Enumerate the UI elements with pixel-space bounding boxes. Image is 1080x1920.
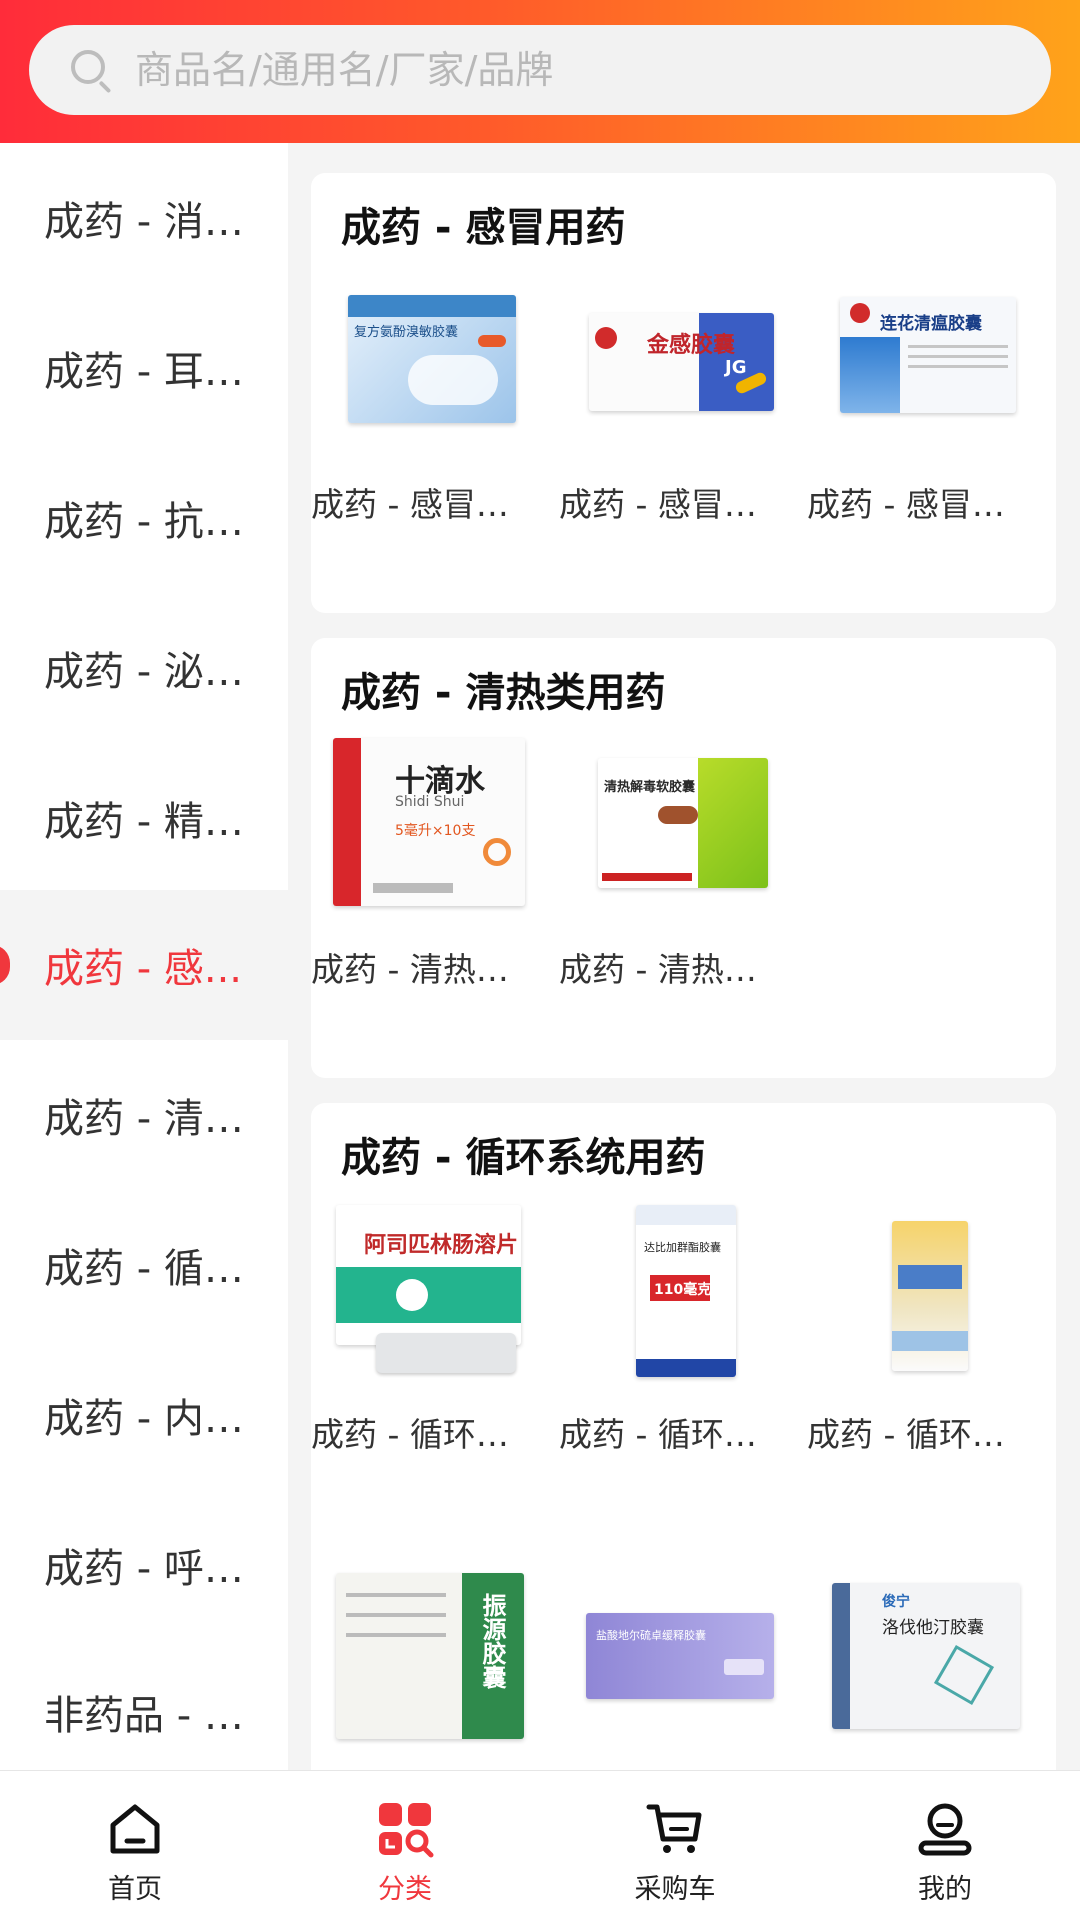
sidebar-item-label: 成药 - 抗感... (44, 499, 274, 545)
product-image: 达比加群酯胶囊 110毫克 (584, 1203, 774, 1383)
profile-icon (918, 1803, 972, 1856)
sidebar-item[interactable]: 成药 - 循环... (0, 1190, 288, 1340)
product-image: 盐酸地尔硫卓缓释胶囊 (584, 1573, 774, 1753)
product-image: 复方氨酚溴敏胶囊 (336, 283, 526, 443)
product-name: 成药 - 循环系... (807, 1415, 1029, 1454)
product-image: 俊宁 洛伐他汀胶囊 (832, 1573, 1022, 1753)
sidebar-item-label: 成药 - 感... (44, 946, 243, 992)
product-image: 十滴水 Shidi Shui 5毫升×10支 (333, 738, 526, 918)
product-item[interactable]: 达比加群酯胶囊 110毫克 成药 - 循环系... (559, 1205, 789, 1513)
header-bar (0, 0, 1080, 143)
product-name: 成药 - 感冒用... (559, 485, 781, 524)
tab-label: 采购车 (634, 1874, 716, 1905)
product-name: 成药 - 循环系... (311, 1415, 533, 1454)
product-item[interactable]: 清热解毒软胶囊 成药 - 清热类... (559, 748, 789, 1048)
active-indicator (0, 945, 10, 985)
category-icon (379, 1803, 434, 1858)
product-item[interactable]: 连花清瘟胶囊 成药 - 感冒用... (807, 283, 1037, 583)
product-item[interactable]: 十滴水 Shidi Shui 5毫升×10支 成药 - 清热类... (311, 738, 541, 1048)
tab-label: 分类 (378, 1874, 432, 1905)
product-item[interactable]: 金感胶囊 JG 成药 - 感冒用... (559, 283, 789, 583)
section-title: 成药 - 循环系统用药 (341, 1135, 706, 1181)
sidebar-item[interactable]: 成药 - 耳鼻... (0, 293, 288, 443)
product-image: 连花清瘟胶囊 (832, 283, 1022, 443)
sidebar-item-label: 成药 - 呼吸... (44, 1546, 274, 1592)
product-image: 振源胶囊 (336, 1573, 526, 1753)
sidebar-item-label: 成药 - 内分... (44, 1396, 274, 1442)
sidebar-item[interactable]: 成药 - 消化... (0, 143, 288, 293)
product-name: 成药 - 感冒用... (807, 485, 1029, 524)
product-name: 成药 - 清热类... (559, 950, 781, 989)
section-title: 成药 - 清热类用药 (341, 670, 666, 716)
sidebar-item[interactable]: 成药 - 清热... (0, 1040, 288, 1190)
cart-icon (646, 1804, 702, 1853)
product-name: 成药 - 循环系... (559, 1415, 781, 1454)
sidebar-item-label: 成药 - 泌尿... (44, 649, 274, 695)
sidebar-item[interactable]: 成药 - 精神... (0, 743, 288, 893)
sidebar-item[interactable]: 成药 - 内分... (0, 1340, 288, 1490)
product-item[interactable]: 盐酸地尔硫卓缓释胶囊 (559, 1573, 789, 1770)
product-item[interactable]: 成药 - 循环系... (807, 1213, 1037, 1513)
sidebar-item-label: 成药 - 精神... (44, 799, 274, 845)
product-item[interactable]: 复方氨酚溴敏胶囊 成药 - 感冒用... (311, 283, 541, 583)
sidebar-item[interactable]: 成药 - 抗感... (0, 443, 288, 593)
product-image: 阿司匹林肠溶片 (336, 1203, 526, 1383)
sidebar-item[interactable]: 成药 - 呼吸... (0, 1490, 288, 1640)
sidebar-item-label: 成药 - 循环... (44, 1246, 274, 1292)
product-image: 清热解毒软胶囊 (584, 748, 774, 908)
tab-label: 首页 (108, 1874, 162, 1905)
sidebar-item-label: 成药 - 耳鼻... (44, 349, 274, 395)
bottom-tab-bar: 首页 分类 采购车 我的 (0, 1770, 1080, 1920)
product-item[interactable]: 振源胶囊 (311, 1573, 541, 1770)
tab-label: 我的 (918, 1874, 972, 1905)
product-item[interactable]: 俊宁 洛伐他汀胶囊 (807, 1573, 1037, 1770)
tab-home[interactable]: 首页 (0, 1771, 270, 1920)
sidebar-item-label: 成药 - 消化... (44, 199, 274, 245)
home-icon (110, 1804, 160, 1854)
search-input[interactable] (135, 48, 1015, 92)
sidebar-item-label: 非药品 - 保... (44, 1693, 274, 1739)
tab-category[interactable]: 分类 (270, 1771, 540, 1920)
sidebar-item[interactable]: 成药 - 泌尿... (0, 593, 288, 743)
sidebar-item-active[interactable]: 成药 - 感... (0, 890, 288, 1040)
tab-profile[interactable]: 我的 (810, 1771, 1080, 1920)
product-image: 金感胶囊 JG (584, 283, 774, 443)
search-bar[interactable] (29, 25, 1051, 115)
category-section: 成药 - 循环系统用药 阿司匹林肠溶片 成药 - 循环系... 达比加群酯胶囊 … (311, 1103, 1056, 1770)
product-content: 成药 - 感冒用药 复方氨酚溴敏胶囊 成药 - 感冒用... 金感胶囊 JG 成… (288, 143, 1080, 1770)
product-image (832, 1203, 1022, 1383)
category-section: 成药 - 清热类用药 十滴水 Shidi Shui 5毫升×10支 成药 - 清… (311, 638, 1056, 1078)
search-icon (69, 48, 113, 94)
category-section: 成药 - 感冒用药 复方氨酚溴敏胶囊 成药 - 感冒用... 金感胶囊 JG 成… (311, 173, 1056, 613)
category-sidebar: 成药 - 消化... 成药 - 耳鼻... 成药 - 抗感... 成药 - 泌尿… (0, 143, 288, 1770)
product-item[interactable]: 阿司匹林肠溶片 成药 - 循环系... (311, 1205, 541, 1513)
sidebar-item[interactable]: 非药品 - 保... (0, 1637, 288, 1770)
tab-cart[interactable]: 采购车 (540, 1771, 810, 1920)
sidebar-item-label: 成药 - 清热... (44, 1096, 274, 1142)
section-title: 成药 - 感冒用药 (341, 205, 626, 251)
product-name: 成药 - 感冒用... (311, 485, 533, 524)
product-name: 成药 - 清热类... (311, 950, 533, 989)
